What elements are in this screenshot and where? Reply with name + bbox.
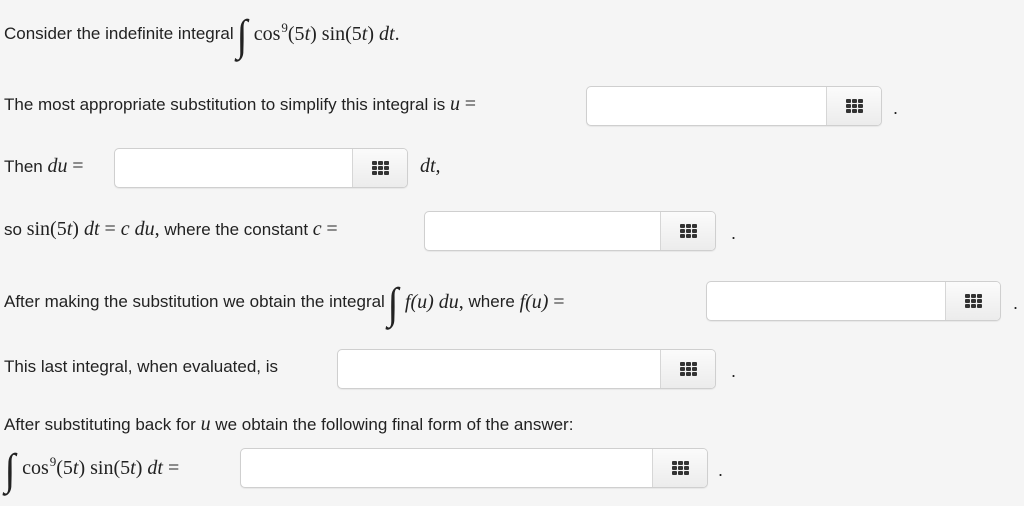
period: . [893, 98, 899, 118]
substitution-result-label: After making the substitution we obtain … [4, 292, 385, 311]
constant-c-input[interactable] [425, 212, 660, 250]
constant-label: where the constant [164, 219, 309, 239]
then-label: Then [4, 156, 43, 176]
final-form-prompt: After substituting back for u we obtain … [4, 413, 573, 436]
equals-sign: = [326, 218, 338, 240]
fu-field [706, 281, 1001, 321]
keypad-button[interactable] [652, 449, 707, 487]
u-input[interactable] [587, 87, 826, 125]
dt-suffix: dt, [420, 155, 441, 177]
final-answer-input[interactable] [241, 449, 652, 487]
fu-input[interactable] [707, 282, 945, 320]
substitution-prompt: The most appropriate substitution to sim… [4, 93, 476, 116]
keypad-button[interactable] [826, 87, 881, 125]
integrand: cos9(5t) sin(5t) dt. [253, 19, 400, 45]
keypad-grid-icon [671, 461, 689, 475]
final-integral: ∫ cos9(5t) sin(5t) dt = [2, 445, 180, 494]
keypad-grid-icon [845, 99, 863, 113]
so-label: so [4, 219, 22, 239]
substitution-label: The most appropriate substitution to sim… [4, 94, 446, 114]
evaluated-input[interactable] [338, 350, 660, 388]
u-substitution-field [586, 86, 882, 126]
final-integrand: cos9(5t) sin(5t) dt = [22, 453, 180, 479]
integral-sign-icon: ∫ [387, 279, 399, 328]
evaluated-field [337, 349, 716, 389]
period: . [718, 460, 724, 480]
constant-prompt: so sin(5t) dt = c du, where the constant… [4, 218, 338, 241]
period: . [1013, 293, 1019, 313]
final-answer-field [240, 448, 708, 488]
fu-prompt: After making the substitution we obtain … [4, 279, 565, 328]
integral-sign-icon: ∫ [4, 445, 16, 494]
du-variable: du [47, 155, 68, 177]
keypad-grid-icon [964, 294, 982, 308]
integral-sign-icon: ∫ [236, 11, 248, 60]
c-variable: c [312, 218, 322, 240]
du-prompt: Then du = [4, 155, 84, 178]
du-input[interactable] [115, 149, 352, 187]
evaluated-label: This last integral, when evaluated, is [4, 357, 279, 376]
keypad-grid-icon [371, 161, 389, 175]
keypad-grid-icon [679, 224, 697, 238]
period: . [731, 361, 737, 381]
du-field [114, 148, 408, 188]
fu-variable: f(u) [519, 290, 549, 313]
constant-c-field [424, 211, 716, 251]
final-form-label-a: After substituting back for [4, 414, 196, 434]
keypad-button[interactable] [945, 282, 1000, 320]
fu-integral: f(u) du, [404, 290, 464, 313]
keypad-button[interactable] [352, 149, 407, 187]
keypad-grid-icon [679, 362, 697, 376]
question-intro: Consider the indefinite integral ∫ cos9(… [4, 11, 400, 60]
keypad-button[interactable] [660, 350, 715, 388]
keypad-button[interactable] [660, 212, 715, 250]
evaluated-prompt: This last integral, when evaluated, is [4, 357, 278, 377]
u-variable: u [450, 93, 460, 115]
u-variable: u [200, 413, 211, 435]
intro-text: Consider the indefinite integral [4, 24, 234, 43]
sin-expression: sin(5t) dt = c du, [26, 218, 160, 240]
equals-sign: = [464, 93, 477, 115]
equals-sign: = [553, 290, 565, 313]
equals-sign: = [72, 155, 84, 177]
final-form-label-b: we obtain the following final form of th… [215, 414, 574, 434]
period: . [731, 223, 737, 243]
where-label: where [468, 292, 515, 311]
